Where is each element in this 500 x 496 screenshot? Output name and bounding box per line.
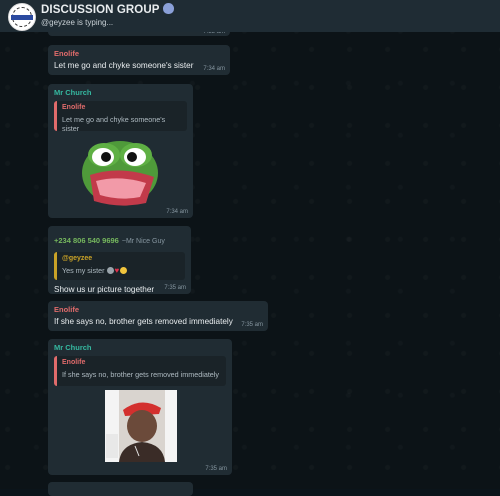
message-bubble[interactable]: +234 806 540 9696 ~Mr Nice Guy @geyzee Ye… [48,226,191,294]
crystal-ball-icon [162,3,174,14]
heart-icon: ♥ [114,266,120,275]
quoted-text: If she says no, brother gets removed imm… [62,370,219,379]
sender-phone[interactable]: +234 806 540 9696 [54,236,119,245]
message-bubble[interactable]: Enolife Let me go and chyke someone's si… [48,45,230,75]
quoted-sender: Enolife [62,359,86,366]
quoted-message[interactable]: Enolife If she says no, brother gets rem… [54,356,226,386]
quoted-message[interactable]: @geyzee Yes my sister ♥ [54,252,185,280]
message-text: If she says no, brother gets removed imm… [54,317,233,326]
quoted-sender: @geyzee [62,255,93,262]
sender-name[interactable]: Enolife [54,305,262,314]
laughing-emoji-icon [120,267,128,274]
message-time: 7:34 am [166,209,188,215]
message-time: 7:35 am [164,285,186,291]
sender-name[interactable]: Enolife [54,49,224,58]
quoted-text: Let me go and chyke someone's sister [62,115,166,133]
message-bubble[interactable]: Enolife If she says no, brother gets rem… [48,301,268,331]
message-time: 7:34 am [203,66,225,72]
sender-nickname: ~Mr Nice Guy [121,238,165,245]
message-bubble[interactable]: Mr Church Enolife If she says no, brothe… [48,339,232,475]
message-text: Let me go and chyke someone's sister [54,61,194,70]
quoted-message[interactable]: Enolife Let me go and chyke someone's si… [54,101,187,133]
typing-status: @geyzee is typing... [41,18,114,27]
message-bubble[interactable]: Mr Church Enolife Let me go and chyke so… [48,84,193,218]
photo-man-red-cap[interactable] [105,390,177,462]
group-avatar[interactable] [8,3,36,31]
quoted-sender: Enolife [62,104,86,111]
message-time: 7:35 am [205,466,227,472]
quoted-text: Yes my sister ♥ [62,266,180,275]
pepe-frog-sticker[interactable] [80,135,160,207]
message-bubble[interactable] [48,482,193,496]
sender-name[interactable]: Mr Church [54,88,187,97]
message-time: 7:35 am [241,322,263,328]
group-title[interactable]: DISCUSSION GROUP [41,3,174,16]
sender-name[interactable]: Mr Church [54,343,226,352]
chat-header[interactable]: DISCUSSION GROUP @geyzee is typing... [0,0,500,32]
